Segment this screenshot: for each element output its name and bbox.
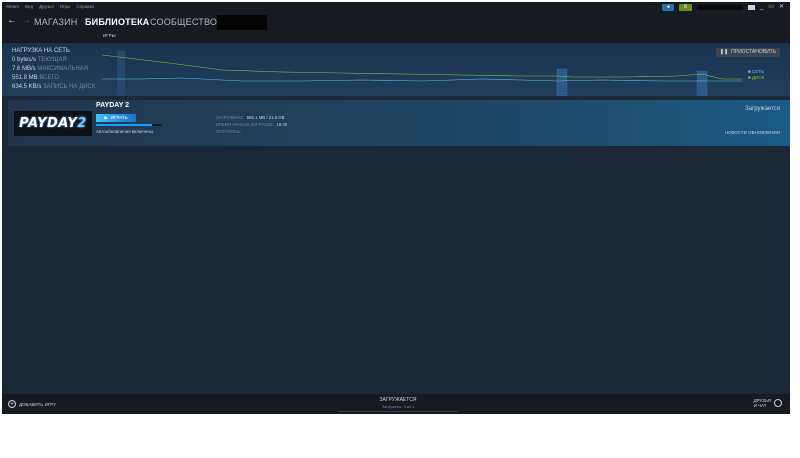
nav-store[interactable]: МАГАЗИН (34, 17, 77, 27)
stat-max: 7.6 MB/s МАКСИМАЛЬНАЯ (12, 66, 88, 72)
download-progress-bar (96, 124, 162, 126)
start-time-info: ВРЕМЯ НАЧАЛА ЗАГРУЗКИ: 16:40 (216, 122, 287, 127)
friends-chat-label: ДРУЗЬЯ И ЧАТ (754, 398, 771, 408)
bottom-bar: + ДОБАВИТЬ ИГРУ ЗАГРУЖАЕТСЯ Загружено: 0… (2, 394, 790, 414)
download-progress-fill (96, 124, 153, 126)
title-bar-controls: ◄ 6 _ ▭ ✕ (661, 3, 784, 11)
play-label: ИГРАТЬ (110, 115, 128, 120)
downloads-status-bar (338, 411, 458, 412)
remaining-info: ОСТАЛОСЬ: (216, 129, 241, 134)
friends-plus-icon: + (774, 399, 782, 407)
menu-item-help[interactable]: Справка (76, 3, 94, 11)
play-icon: ▶ (104, 115, 108, 120)
username-nav-redacted[interactable] (217, 15, 267, 30)
maximize-button[interactable]: ▭ (768, 3, 774, 11)
start-time-value: 16:40 (276, 122, 288, 127)
cover-logo-number: 2 (77, 116, 87, 131)
pause-label: ПРИОСТАНОВИТЬ (731, 49, 776, 55)
title-bar: Steam Вид Друзья Игры Справка ◄ 6 _ ▭ ✕ (2, 2, 790, 12)
update-news-link[interactable]: НОВОСТИ ОБНОВЛЕНИЯ (725, 130, 780, 135)
nav-community[interactable]: СООБЩЕСТВО (150, 17, 217, 27)
network-line (102, 77, 742, 82)
stat-current-value: 0 bytes/s (12, 57, 37, 63)
forward-arrow-icon[interactable]: → (21, 15, 31, 26)
legend-network-label: СЕТЬ (751, 69, 764, 74)
downloads-status-title: ЗАГРУЖАЕТСЯ (379, 397, 417, 403)
nav-library[interactable]: БИБЛИОТЕКА (85, 17, 149, 27)
stat-disk: 634.5 KB/s ЗАПИСЬ НА ДИСК (12, 84, 95, 90)
game-cover-logo: PAYDAY2 (19, 116, 87, 131)
stat-disk-value: 634.5 KB/s (12, 84, 42, 90)
plus-icon: + (8, 400, 16, 408)
stat-current-label: ТЕКУЩАЯ (37, 57, 67, 63)
cover-logo-text: PAYDAY (19, 116, 78, 131)
menu-item-steam[interactable]: Steam (6, 3, 19, 11)
pause-icon: ❚❚ (719, 49, 729, 55)
stat-total: 551.8 MB ВСЕГО (12, 75, 59, 81)
download-status: Загружается (745, 106, 780, 112)
stat-disk-label: ЗАПИСЬ НА ДИСК (43, 84, 96, 90)
menu-item-friends[interactable]: Друзья (39, 3, 54, 11)
friends-online-badge[interactable]: 6 (678, 3, 692, 11)
tab-games[interactable]: ИГРЫ (103, 33, 116, 38)
downloaded-label: ЗАГРУЖЕНО: (216, 115, 244, 120)
downloaded-info: ЗАГРУЖЕНО: 556.1 MB / 21.5 GB (216, 115, 285, 120)
downloads-status-center[interactable]: ЗАГРУЖАЕТСЯ Загружено: 0 из 1 (338, 397, 458, 412)
legend-disk: ■ ДИСК (748, 75, 765, 80)
play-button[interactable]: ▶ ИГРАТЬ (96, 114, 136, 122)
steam-window: Steam Вид Друзья Игры Справка ◄ 6 _ ▭ ✕ … (2, 2, 790, 414)
game-title[interactable]: PAYDAY 2 (96, 102, 129, 109)
minimize-button[interactable]: _ (760, 3, 763, 11)
add-game-button[interactable]: + ДОБАВИТЬ ИГРУ (8, 400, 56, 408)
network-graph (102, 51, 742, 96)
friends-label-line2: И ЧАТ (753, 403, 767, 408)
legend-disk-label: ДИСК (751, 75, 765, 80)
graph-legend: ■ СЕТЬ ■ ДИСК (748, 69, 764, 81)
friends-chat-button[interactable]: ДРУЗЬЯ И ЧАТ + (754, 398, 782, 408)
graph-bar (557, 69, 567, 96)
downloaded-value: 556.1 MB / 21.5 GB (246, 115, 285, 120)
pause-button[interactable]: ❚❚ ПРИОСТАНОВИТЬ (715, 48, 780, 57)
game-cover-image[interactable]: PAYDAY2 (14, 111, 92, 136)
stat-total-label: ВСЕГО (39, 75, 60, 81)
remaining-label: ОСТАЛОСЬ: (216, 129, 242, 134)
library-subnav: ИГРЫ (2, 32, 790, 43)
stat-total-value: 551.8 MB (12, 75, 38, 81)
add-game-label: ДОБАВИТЬ ИГРУ (19, 401, 57, 407)
username-redacted[interactable] (696, 4, 743, 10)
menu-bar: Steam Вид Друзья Игры Справка (6, 3, 94, 11)
friends-online-count: 6 (684, 3, 687, 10)
network-stats-panel: НАГРУЗКА НА СЕТЬ 0 bytes/s ТЕКУЩАЯ 7.6 M… (2, 43, 790, 96)
start-time-label: ВРЕМЯ НАЧАЛА ЗАГРУЗКИ: (216, 122, 274, 127)
stats-heading: НАГРУЗКА НА СЕТЬ (12, 48, 70, 54)
language-flag-icon[interactable] (747, 4, 755, 10)
autoupdate-status: Автообновления включены (96, 129, 153, 134)
downloads-status-subtitle: Загружено: 0 из 1 (381, 404, 415, 409)
main-nav: ← → МАГАЗИН БИБЛИОТЕКА СООБЩЕСТВО (2, 12, 790, 32)
menu-item-games[interactable]: Игры (60, 3, 71, 11)
back-arrow-icon[interactable]: ← (7, 15, 17, 26)
close-button[interactable]: ✕ (779, 3, 784, 11)
download-item[interactable]: PAYDAY2 PAYDAY 2 ▶ ИГРАТЬ Автообновления… (8, 100, 790, 146)
stat-max-label: МАКСИМАЛЬНАЯ (37, 66, 89, 72)
menu-item-view[interactable]: Вид (25, 3, 33, 11)
stat-max-value: 7.6 MB/s (12, 66, 36, 72)
stat-current: 0 bytes/s ТЕКУЩАЯ (12, 57, 67, 63)
disk-line (102, 54, 742, 80)
notification-icon[interactable]: ◄ (661, 3, 674, 11)
